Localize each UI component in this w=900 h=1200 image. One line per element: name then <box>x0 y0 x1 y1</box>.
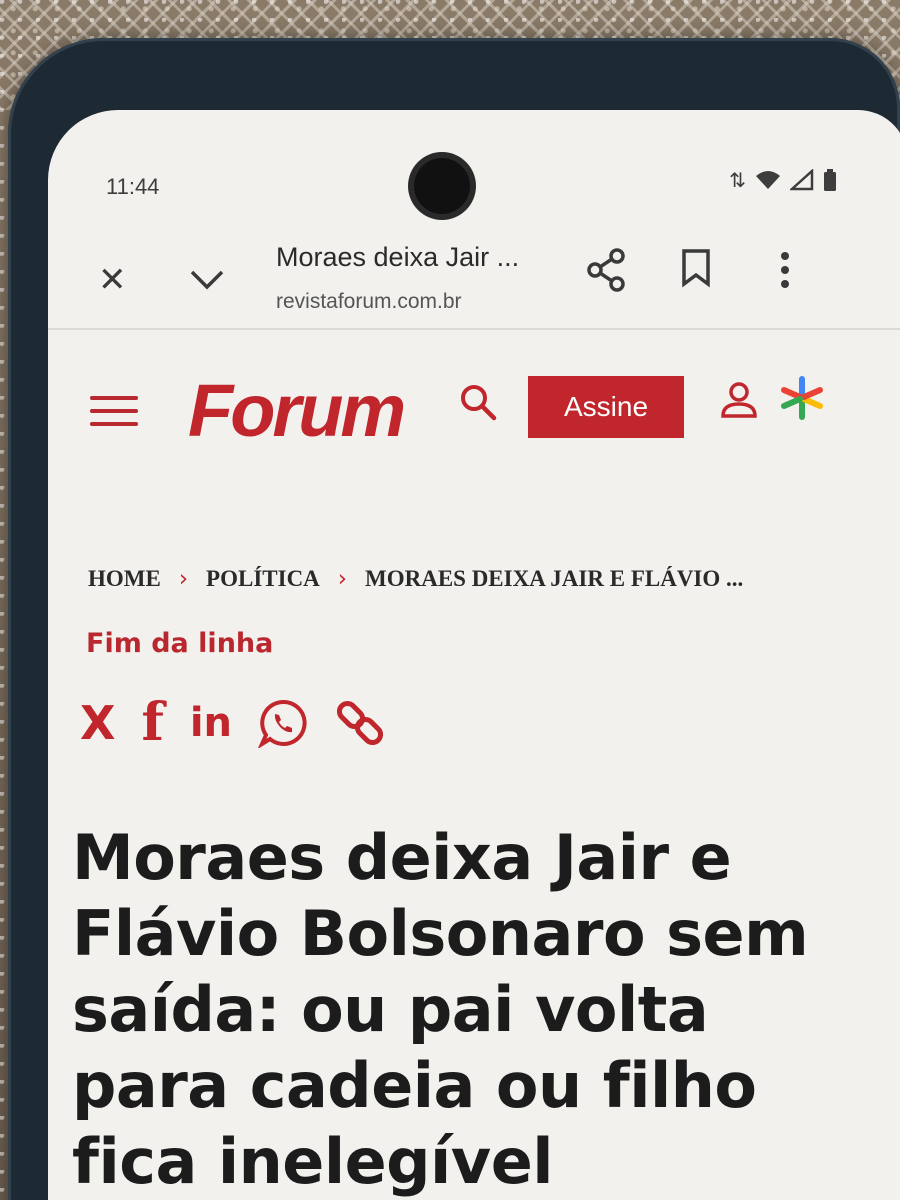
breadcrumb: HOME › POLÍTICA › MORAES DEIXA JAIR E FL… <box>88 566 743 592</box>
wifi-icon <box>756 171 780 189</box>
chevron-right-icon: › <box>337 566 347 592</box>
breadcrumb-politica[interactable]: POLÍTICA <box>206 566 320 592</box>
link-icon[interactable] <box>334 697 386 749</box>
breadcrumb-home[interactable]: HOME <box>88 566 161 592</box>
bookmark-icon[interactable] <box>680 248 712 288</box>
status-time: 11:44 <box>106 174 160 199</box>
whatsapp-icon[interactable] <box>258 698 308 748</box>
subscribe-button[interactable]: Assine <box>528 376 684 438</box>
breadcrumb-current: MORAES DEIXA JAIR E FLÁVIO ... <box>365 566 744 591</box>
more-vert-icon[interactable] <box>778 250 792 290</box>
asterisk-icon[interactable] <box>780 376 824 420</box>
tab-page-url: revistaforum.com.br <box>276 290 462 313</box>
phone-frame: 11:44 ⇅ ✕ Moraes deixa Jair ... revistaf… <box>8 38 900 1200</box>
chevron-right-icon: › <box>178 566 189 592</box>
facebook-icon[interactable]: f <box>141 692 163 753</box>
search-icon[interactable] <box>458 382 498 422</box>
linkedin-icon[interactable]: in <box>190 700 232 746</box>
tab-page-title: Moraes deixa Jair ... <box>276 242 520 272</box>
phone-screen: 11:44 ⇅ ✕ Moraes deixa Jair ... revistaf… <box>48 110 900 1200</box>
user-icon[interactable] <box>720 380 758 422</box>
close-icon[interactable]: ✕ <box>98 260 127 300</box>
data-arrows-icon: ⇅ <box>729 168 746 192</box>
x-icon[interactable]: X <box>80 696 115 750</box>
front-camera <box>414 158 470 214</box>
status-icons: ⇅ <box>729 168 838 192</box>
share-row: X f in <box>80 692 386 753</box>
article-headline: Moraes deixa Jair e Flávio Bolsonaro sem… <box>72 820 809 1198</box>
menu-icon[interactable] <box>90 396 138 435</box>
article-kicker[interactable]: Fim da linha <box>86 628 273 659</box>
battery-icon <box>824 169 836 191</box>
share-icon[interactable] <box>586 248 626 292</box>
site-header: Forum Assine <box>48 332 900 472</box>
custom-tab-bar: ✕ Moraes deixa Jair ... revistaforum.com… <box>48 210 900 330</box>
signal-icon <box>790 169 814 191</box>
site-logo[interactable]: Forum <box>188 368 406 453</box>
chevron-down-icon[interactable] <box>188 266 226 296</box>
